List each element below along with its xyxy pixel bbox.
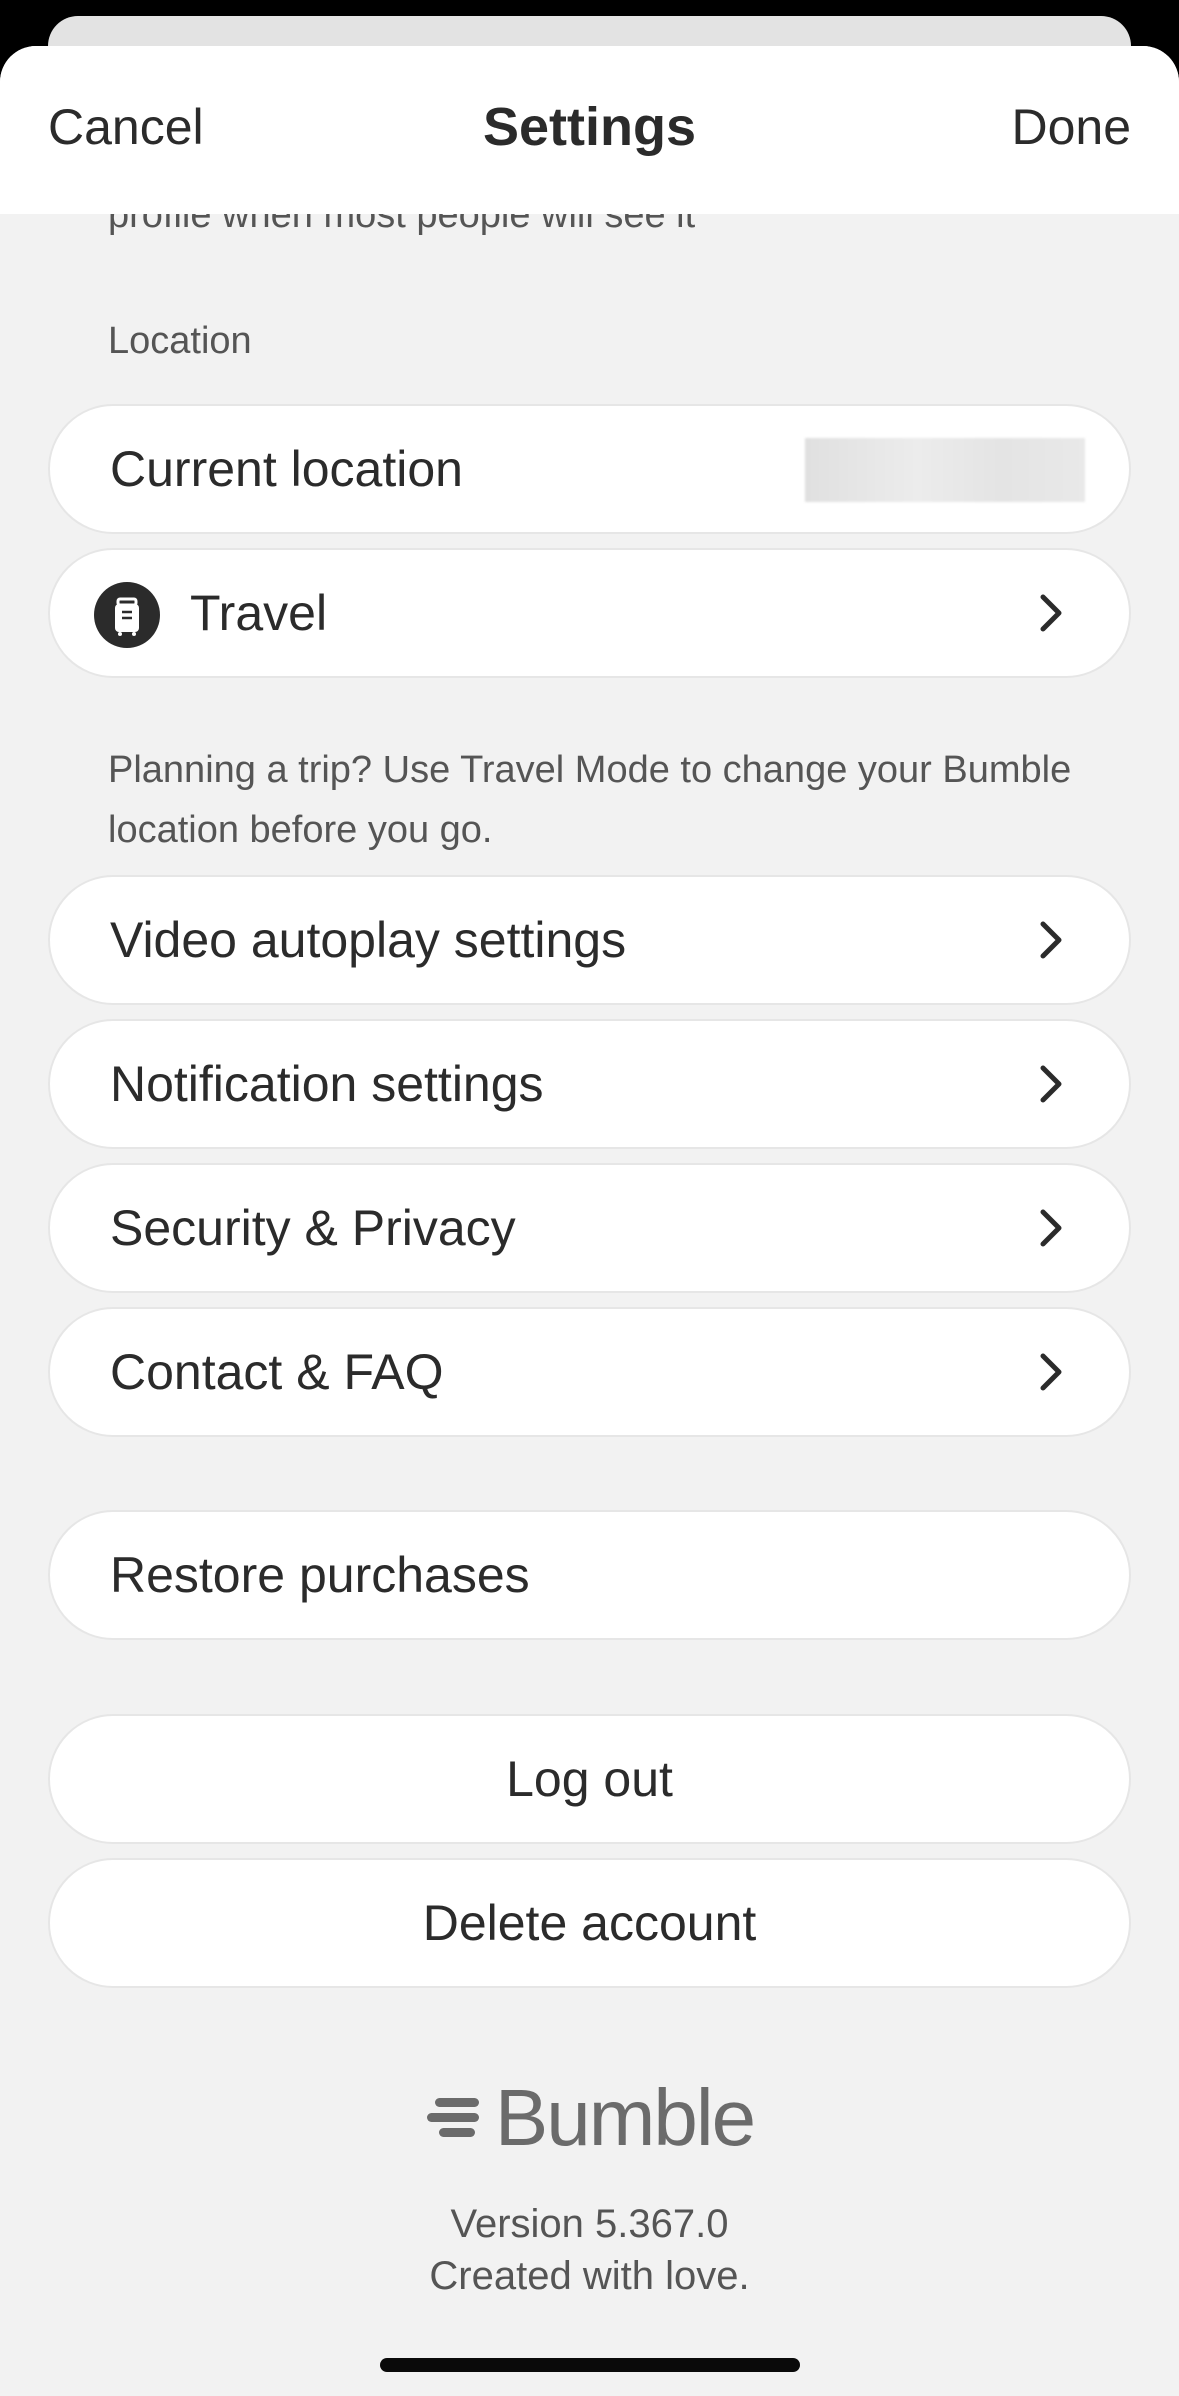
current-location-label: Current location — [110, 441, 463, 497]
delete-account-label: Delete account — [422, 1895, 757, 1951]
page-title: Settings — [482, 97, 697, 157]
current-location-row[interactable]: Current location — [48, 404, 1131, 534]
settings-sheet: Cancel Settings Done profile when most p… — [0, 46, 1179, 2396]
location-section-label: Location — [108, 320, 252, 362]
security-privacy-label: Security & Privacy — [110, 1200, 516, 1256]
nav-bar: Cancel Settings Done — [0, 46, 1179, 214]
restore-purchases-label: Restore purchases — [110, 1547, 530, 1603]
done-button[interactable]: Done — [1011, 102, 1131, 152]
log-out-label: Log out — [506, 1751, 673, 1807]
log-out-button[interactable]: Log out — [48, 1714, 1131, 1844]
chevron-right-icon — [1040, 921, 1062, 959]
travel-description: Planning a trip? Use Travel Mode to chan… — [108, 749, 1072, 851]
chevron-right-icon — [1040, 594, 1062, 632]
notification-settings-row[interactable]: Notification settings — [48, 1019, 1131, 1149]
video-autoplay-settings-label: Video autoplay settings — [110, 912, 627, 968]
brand-wordmark: Bumble — [494, 2073, 756, 2162]
restore-purchases-button[interactable]: Restore purchases — [48, 1510, 1131, 1640]
bumble-logo: Bumble — [0, 2078, 1179, 2158]
notification-settings-label: Notification settings — [110, 1056, 544, 1112]
bumble-logo-icon — [426, 2098, 479, 2137]
suitcase-icon — [94, 582, 160, 648]
travel-row[interactable]: Travel — [48, 548, 1131, 678]
app-version: Version 5.367.0 — [450, 2202, 729, 2246]
tagline: Created with love. — [429, 2254, 750, 2298]
video-autoplay-settings-row[interactable]: Video autoplay settings — [48, 875, 1131, 1005]
security-privacy-row[interactable]: Security & Privacy — [48, 1163, 1131, 1293]
chevron-right-icon — [1040, 1065, 1062, 1103]
contact-faq-row[interactable]: Contact & FAQ — [48, 1307, 1131, 1437]
chevron-right-icon — [1040, 1209, 1062, 1247]
screen: Cancel Settings Done profile when most p… — [0, 0, 1179, 2396]
home-indicator[interactable] — [380, 2358, 800, 2372]
chevron-right-icon — [1040, 1353, 1062, 1391]
current-location-value-redacted — [805, 438, 1085, 502]
delete-account-button[interactable]: Delete account — [48, 1858, 1131, 1988]
contact-faq-label: Contact & FAQ — [110, 1344, 444, 1400]
travel-label: Travel — [190, 585, 328, 641]
